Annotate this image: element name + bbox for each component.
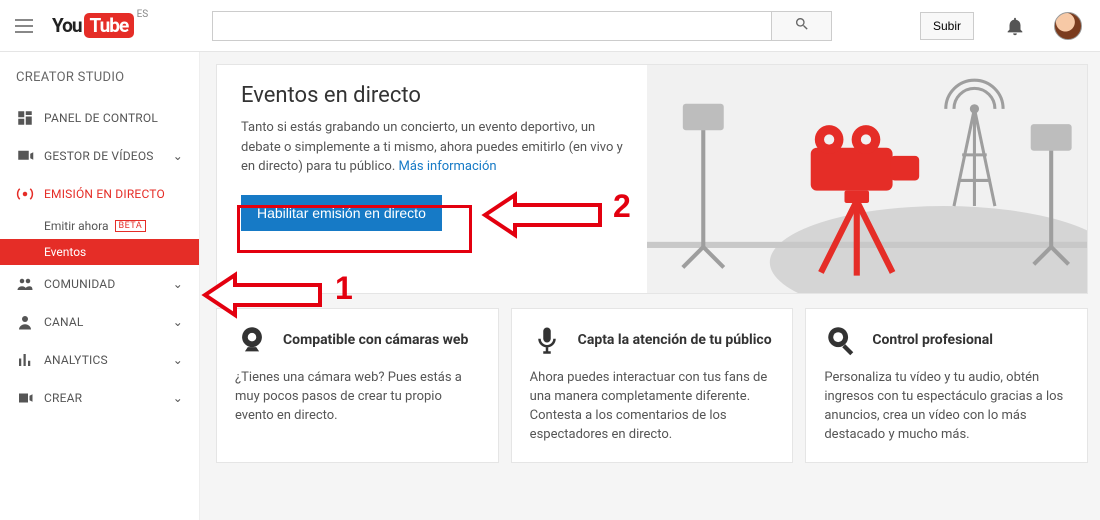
sidebar-sub-label: Emitir ahora xyxy=(44,219,109,233)
chevron-down-icon: ⌄ xyxy=(173,149,183,163)
main-panel: Eventos en directo Tanto si estás graban… xyxy=(200,52,1100,520)
sidebar-item-label: GESTOR DE VÍDEOS xyxy=(44,149,154,163)
chevron-down-icon: ⌄ xyxy=(173,353,183,367)
hero-body: Tanto si estás grabando un concierto, un… xyxy=(241,118,623,177)
notifications-icon[interactable] xyxy=(1004,15,1026,37)
topbar: YouTube ES Subir xyxy=(0,0,1100,52)
beta-badge: BETA xyxy=(115,220,147,232)
webcam-icon xyxy=(235,323,269,357)
sidebar-item-label: PANEL DE CONTROL xyxy=(44,111,158,125)
sidebar-item-community[interactable]: COMUNIDAD ⌄ xyxy=(0,265,199,303)
search-wrap xyxy=(212,11,832,41)
community-icon xyxy=(16,275,34,293)
region-code: ES xyxy=(137,9,149,20)
sidebar-item-label: CANAL xyxy=(44,315,84,329)
create-icon xyxy=(16,389,34,407)
search-button[interactable] xyxy=(772,11,832,41)
youtube-logo[interactable]: YouTube ES xyxy=(52,13,134,38)
sidebar-item-label: COMUNIDAD xyxy=(44,277,115,291)
sidebar-item-create[interactable]: CREAR ⌄ xyxy=(0,379,199,417)
sidebar-item-channel[interactable]: CANAL ⌄ xyxy=(0,303,199,341)
chevron-down-icon: ⌄ xyxy=(173,391,183,405)
sidebar-item-label: ANALYTICS xyxy=(44,353,108,367)
chevron-down-icon: ⌄ xyxy=(173,277,183,291)
video-manager-icon xyxy=(16,147,34,165)
sidebar: CREATOR STUDIO PANEL DE CONTROL GESTOR D… xyxy=(0,52,200,520)
feature-title: Control profesional xyxy=(872,332,993,348)
feature-control: Control profesional Personaliza tu vídeo… xyxy=(805,308,1088,463)
sidebar-title: CREATOR STUDIO xyxy=(0,66,199,99)
feature-audience: Capta la atención de tu público Ahora pu… xyxy=(511,308,794,463)
sidebar-sub-label: Eventos xyxy=(44,245,86,259)
more-info-link[interactable]: Más información xyxy=(399,159,497,174)
chevron-down-icon: ⌄ xyxy=(173,315,183,329)
feature-webcam: Compatible con cámaras web ¿Tienes una c… xyxy=(216,308,499,463)
feature-title: Capta la atención de tu público xyxy=(578,332,772,348)
page-title: Eventos en directo xyxy=(241,83,623,108)
avatar[interactable] xyxy=(1054,12,1082,40)
upload-button[interactable]: Subir xyxy=(920,12,974,40)
sidebar-item-dashboard[interactable]: PANEL DE CONTROL xyxy=(0,99,199,137)
feature-body: Personaliza tu vídeo y tu audio, obtén i… xyxy=(824,369,1069,444)
sidebar-item-live[interactable]: EMISIÓN EN DIRECTO xyxy=(0,175,199,213)
channel-icon xyxy=(16,313,34,331)
feature-body: Ahora puedes interactuar con tus fans de… xyxy=(530,369,775,444)
sidebar-item-analytics[interactable]: ANALYTICS ⌄ xyxy=(0,341,199,379)
hero-illustration xyxy=(647,65,1087,293)
sidebar-item-label: EMISIÓN EN DIRECTO xyxy=(44,187,165,201)
analytics-icon xyxy=(16,351,34,369)
enable-live-button[interactable]: Habilitar emisión en directo xyxy=(241,195,442,231)
sidebar-sub-stream-now[interactable]: Emitir ahora BETA xyxy=(0,213,199,239)
menu-icon[interactable] xyxy=(10,12,38,40)
dashboard-icon xyxy=(16,109,34,127)
magnifier-icon xyxy=(824,323,858,357)
hero: Eventos en directo Tanto si estás graban… xyxy=(216,64,1088,294)
microphone-icon xyxy=(530,323,564,357)
search-icon xyxy=(794,16,810,35)
feature-title: Compatible con cámaras web xyxy=(283,332,468,348)
sidebar-sub-events[interactable]: Eventos xyxy=(0,239,199,265)
sidebar-item-label: CREAR xyxy=(44,391,82,405)
live-icon xyxy=(16,185,34,203)
sidebar-item-video-manager[interactable]: GESTOR DE VÍDEOS ⌄ xyxy=(0,137,199,175)
search-input[interactable] xyxy=(212,11,772,41)
features-row: Compatible con cámaras web ¿Tienes una c… xyxy=(216,308,1088,463)
feature-body: ¿Tienes una cámara web? Pues estás a muy… xyxy=(235,369,480,426)
